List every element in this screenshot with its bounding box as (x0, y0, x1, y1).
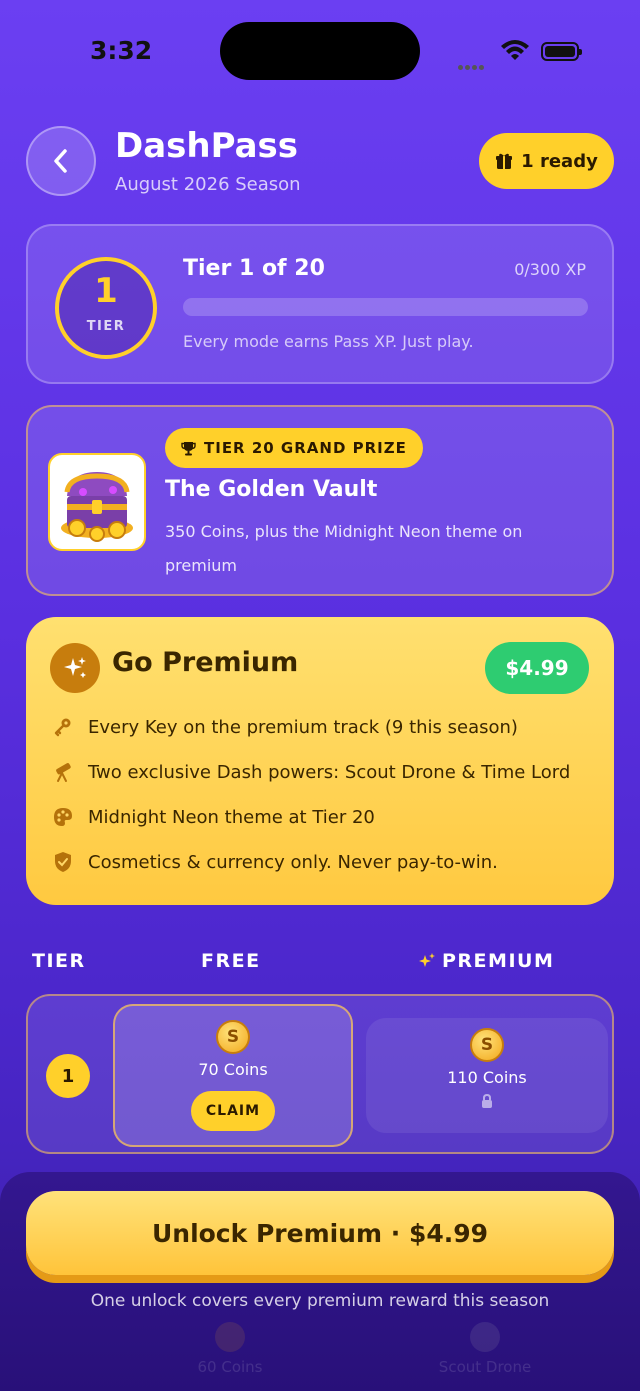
key-icon (52, 716, 74, 738)
battery-icon (541, 42, 582, 61)
coin-icon (215, 1322, 245, 1352)
column-header-premium-label: PREMIUM (442, 950, 555, 972)
lock-icon (366, 1093, 608, 1113)
premium-feature-text: Midnight Neon theme at Tier 20 (88, 806, 375, 828)
premium-price-badge[interactable]: $4.99 (485, 642, 589, 694)
back-button[interactable] (26, 126, 96, 196)
premium-feature-text: Every Key on the premium track (9 this s… (88, 716, 518, 738)
tier-word: TIER (86, 319, 126, 334)
premium-feature: Two exclusive Dash powers: Scout Drone &… (52, 761, 570, 783)
column-header-free: FREE (201, 950, 261, 972)
tier-hint: Every mode earns Pass XP. Just play. (183, 332, 474, 351)
grand-prize-description: 350 Coins, plus the Midnight Neon theme … (165, 522, 523, 575)
premium-title: Go Premium (112, 647, 299, 678)
telescope-icon (52, 761, 74, 783)
premium-reward-cell[interactable]: S 110 Coins (366, 1018, 608, 1133)
unlock-premium-button[interactable]: Unlock Premium · $4.99 (26, 1191, 614, 1275)
drone-icon (470, 1322, 500, 1352)
wifi-icon (500, 40, 530, 66)
ready-rewards-button[interactable]: 1 ready (479, 133, 614, 189)
sparkles-icon (50, 643, 100, 693)
signal-icon (458, 55, 486, 74)
tier-progress-card: 1 TIER Tier 1 of 20 0/300 XP Every mode … (26, 224, 614, 384)
gift-icon (496, 153, 513, 169)
season-subtitle: August 2026 Season (115, 174, 301, 195)
coin-icon: S (216, 1020, 250, 1054)
treasure-chest-image (48, 453, 146, 551)
tier-label: Tier 1 of 20 (183, 256, 325, 281)
premium-feature: Midnight Neon theme at Tier 20 (52, 806, 375, 828)
dynamic-island (220, 22, 420, 80)
xp-progress-bar (183, 298, 588, 316)
premium-feature-text: Cosmetics & currency only. Never pay-to-… (88, 851, 498, 873)
faded-premium-reward: Scout Drone (430, 1322, 540, 1376)
trophy-icon (181, 441, 196, 455)
column-header-premium: PREMIUM (418, 950, 554, 972)
go-premium-card: Go Premium $4.99 Every Key on the premiu… (26, 617, 614, 905)
premium-reward-label: 110 Coins (447, 1068, 527, 1087)
clock: 3:32 (90, 36, 153, 65)
faded-premium-reward-label: Scout Drone (438, 1358, 532, 1376)
sparkles-icon (419, 953, 435, 967)
chevron-left-icon (54, 149, 67, 173)
free-reward-label: 70 Coins (198, 1060, 268, 1079)
palette-icon (52, 806, 74, 828)
status-bar: 3:32 (0, 0, 640, 100)
ready-label: 1 ready (521, 150, 598, 172)
tier-badge: 1 TIER (55, 257, 157, 359)
grand-prize-badge: TIER 20 GRAND PRIZE (165, 428, 423, 468)
grand-prize-title: The Golden Vault (165, 477, 378, 502)
row-tier-badge: 1 (46, 1054, 90, 1098)
page-title: DashPass (115, 126, 299, 166)
claim-button[interactable]: CLAIM (191, 1091, 275, 1131)
premium-feature: Every Key on the premium track (9 this s… (52, 716, 518, 738)
grand-prize-badge-label: TIER 20 GRAND PRIZE (204, 439, 407, 457)
shield-check-icon (52, 851, 74, 873)
xp-label: 0/300 XP (514, 260, 586, 279)
free-reward-cell[interactable]: S 70 Coins CLAIM (113, 1004, 353, 1147)
coin-icon: S (470, 1028, 504, 1062)
reward-row: 1 S 70 Coins CLAIM S 110 Coins (26, 994, 614, 1154)
faded-free-reward-label: 60 Coins (197, 1358, 263, 1376)
premium-feature: Cosmetics & currency only. Never pay-to-… (52, 851, 498, 873)
tier-number: 1 (94, 271, 118, 311)
premium-feature-text: Two exclusive Dash powers: Scout Drone &… (88, 761, 571, 783)
column-header-tier: TIER (32, 950, 86, 972)
faded-free-reward: 60 Coins (180, 1322, 280, 1376)
unlock-note: One unlock covers every premium reward t… (90, 1291, 550, 1311)
grand-prize-card[interactable]: TIER 20 GRAND PRIZE The Golden Vault 350… (26, 405, 614, 596)
